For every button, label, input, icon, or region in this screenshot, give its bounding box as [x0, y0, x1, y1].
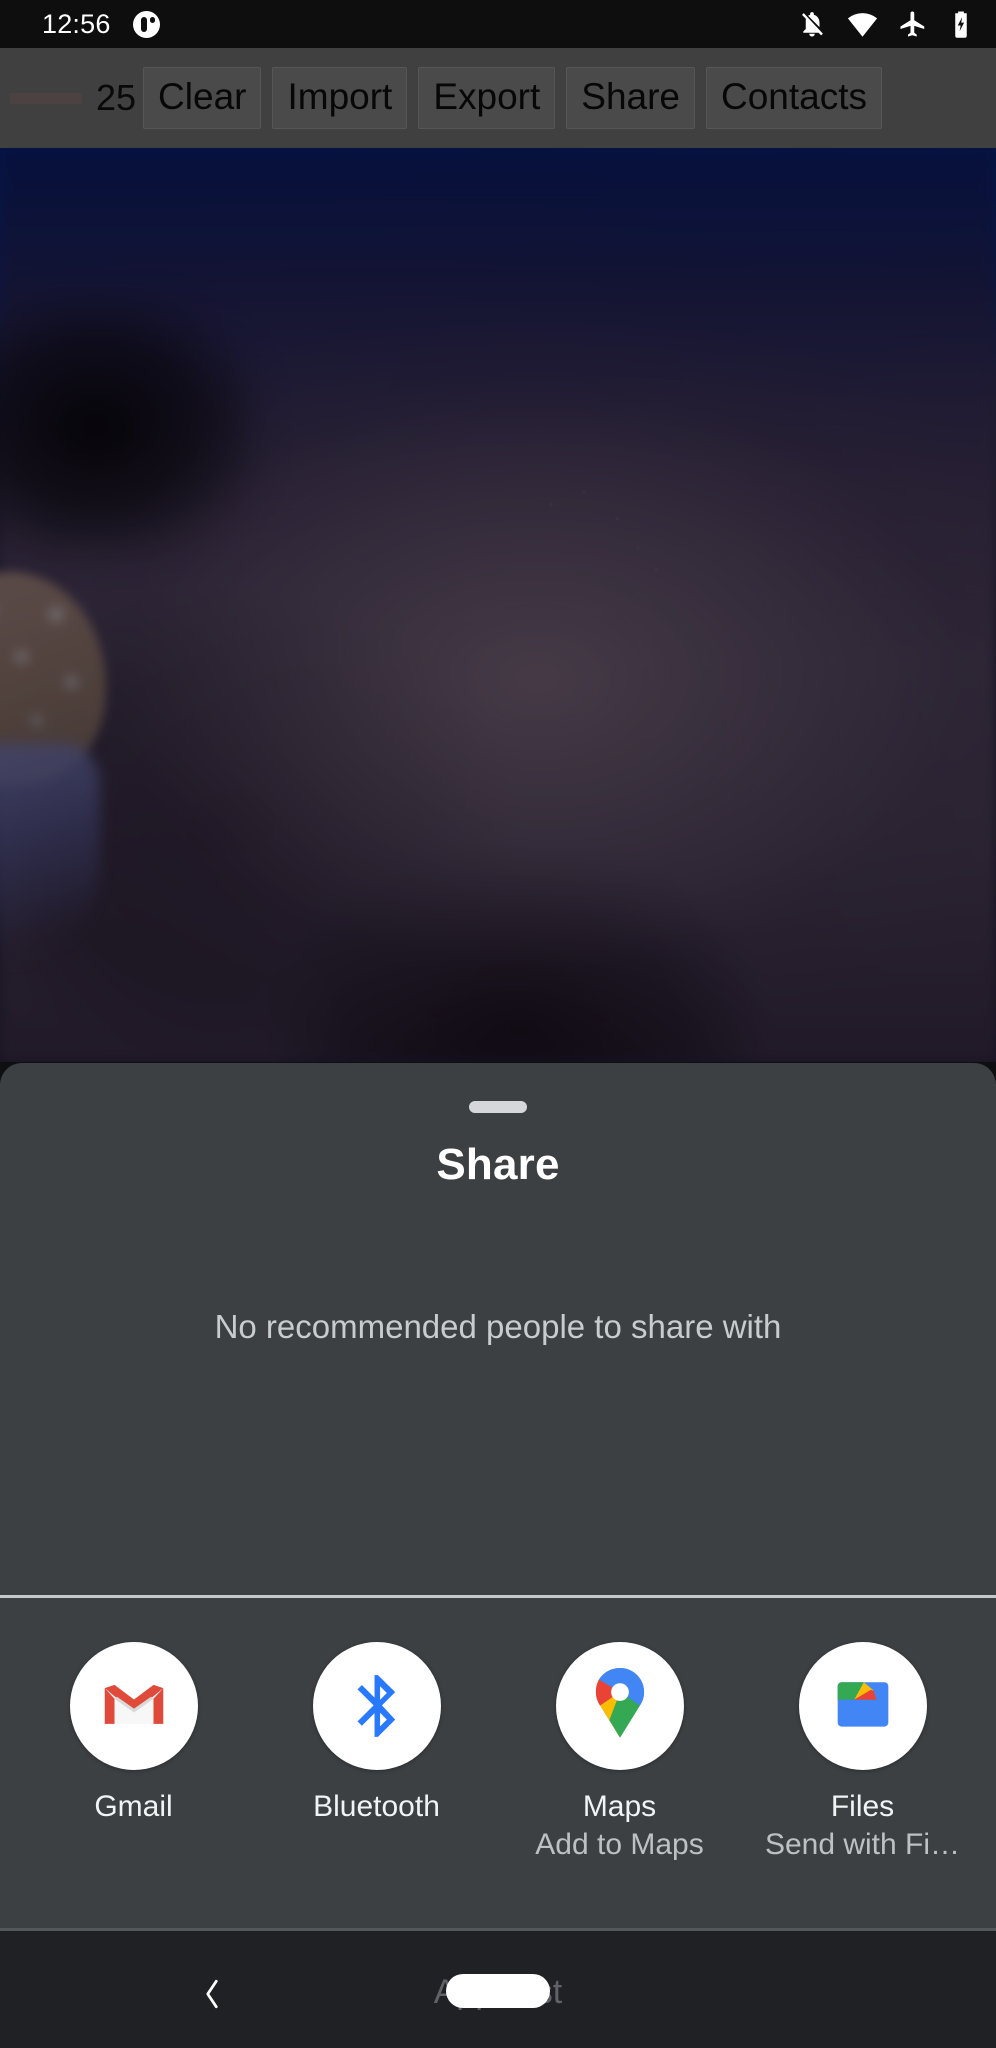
share-target-label: Maps	[582, 1790, 657, 1823]
sheet-divider	[0, 1595, 996, 1598]
share-target-maps[interactable]: Maps Add to Maps	[498, 1598, 741, 1862]
share-app-row: Gmail Bluetooth Maps Add to Maps Files S…	[0, 1598, 996, 1928]
bluetooth-icon	[312, 1642, 441, 1770]
navigation-bar: Apps list	[0, 1931, 996, 2048]
status-right-icons	[797, 9, 974, 40]
share-target-label: Files	[830, 1790, 895, 1823]
share-target-subtitle: Add to Maps	[535, 1828, 704, 1861]
google-maps-icon	[555, 1642, 684, 1770]
google-files-icon	[798, 1642, 927, 1770]
share-target-label: Gmail	[94, 1790, 173, 1823]
share-target-gmail[interactable]: Gmail	[12, 1598, 255, 1828]
share-target-label: Bluetooth	[313, 1790, 440, 1823]
sheet-drag-handle[interactable]	[469, 1101, 527, 1113]
dim-scrim[interactable]	[0, 48, 996, 1108]
share-target-bluetooth[interactable]: Bluetooth	[255, 1598, 498, 1828]
wifi-icon	[847, 9, 878, 40]
share-target-subtitle: Send with Fi…	[764, 1828, 961, 1861]
notification-badge-icon	[132, 10, 160, 38]
status-clock: 12:56	[42, 8, 111, 39]
status-bar: 12:56	[0, 0, 996, 48]
no-recommended-people-text: No recommended people to share with	[214, 1308, 782, 1345]
phone-screen: 25 Clear Import Export Share Contacts 12…	[0, 0, 996, 2048]
gmail-icon	[69, 1642, 198, 1770]
airplane-mode-icon	[898, 9, 928, 39]
battery-charging-icon	[948, 9, 974, 39]
status-left-icons	[132, 10, 160, 38]
share-target-files[interactable]: Files Send with Fi…	[741, 1598, 984, 1862]
notifications-silenced-icon	[797, 9, 827, 39]
home-gesture-pill[interactable]	[446, 1974, 550, 2008]
sheet-title: Share	[436, 1140, 560, 1189]
